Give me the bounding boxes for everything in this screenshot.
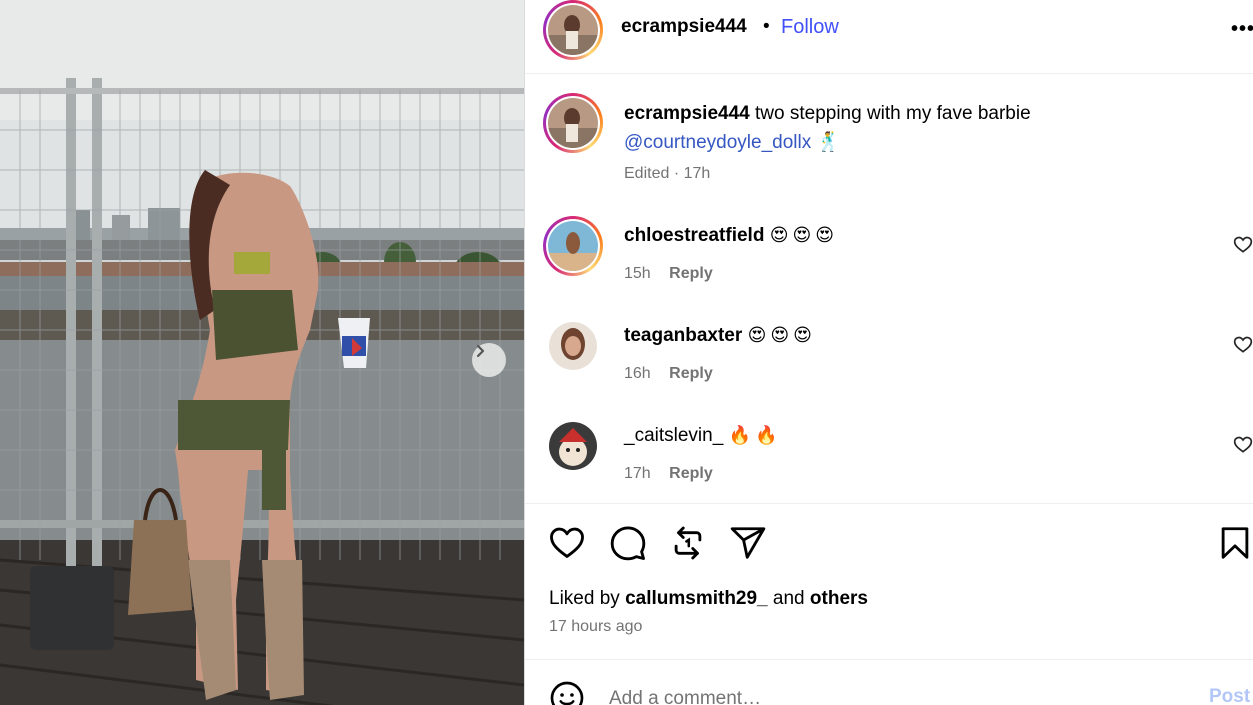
- comment-heart-icon[interactable]: [1233, 435, 1253, 455]
- post-header: ecrampsie444 • Follow •••: [525, 0, 1253, 74]
- likes-prefix: Liked by: [549, 588, 620, 609]
- comment-avatar[interactable]: [543, 216, 603, 276]
- send-icon[interactable]: [729, 524, 767, 562]
- author-avatar[interactable]: [543, 0, 603, 60]
- reply-button[interactable]: Reply: [669, 265, 713, 282]
- comment-time: 15h: [624, 265, 651, 282]
- caption-username[interactable]: ecrampsie444: [624, 103, 750, 124]
- follow-button[interactable]: Follow: [781, 16, 839, 39]
- liked-by-user[interactable]: callumsmith29_: [625, 588, 768, 609]
- caption-meta: Edited · 17h: [624, 165, 711, 182]
- likes-others-link[interactable]: others: [810, 588, 868, 609]
- bookmark-icon[interactable]: [1216, 524, 1253, 562]
- post-media[interactable]: [0, 0, 524, 705]
- repost-icon[interactable]: [669, 524, 707, 562]
- likes-summary: Liked by callumsmith29_ and others: [549, 588, 868, 610]
- caption-emoji: 🕺: [816, 132, 841, 153]
- post-details-panel: ecrampsie444 • Follow ••• ecrampsie444 t…: [525, 0, 1253, 705]
- comment-time: 16h: [624, 365, 651, 382]
- next-image-button[interactable]: [472, 343, 506, 377]
- comment-username[interactable]: teaganbaxter: [624, 325, 742, 346]
- comment-bubble-icon[interactable]: [609, 524, 647, 562]
- comment-body: chloestreatfield 😍😍😍: [624, 225, 838, 247]
- caption-mention[interactable]: @courtneydoyle_dollx: [624, 132, 811, 153]
- comment-meta: 15h Reply: [624, 265, 713, 283]
- caption-avatar[interactable]: [543, 93, 603, 153]
- post-comment-button[interactable]: Post: [1209, 686, 1250, 705]
- avatar-image: [548, 98, 598, 148]
- heart-icon[interactable]: [548, 524, 586, 562]
- comment-meta: 17h Reply: [624, 465, 713, 483]
- comment-body: _caitslevin_ 🔥🔥: [624, 425, 781, 447]
- author-username[interactable]: ecrampsie444: [621, 16, 747, 38]
- comment-heart-icon[interactable]: [1233, 335, 1253, 355]
- reply-button[interactable]: Reply: [669, 365, 713, 382]
- comment-username[interactable]: chloestreatfield: [624, 225, 764, 246]
- separator-dot: •: [763, 16, 770, 37]
- comment-meta: 16h Reply: [624, 365, 713, 383]
- avatar-image: [549, 322, 597, 370]
- more-options-button[interactable]: •••: [1231, 18, 1253, 41]
- post-caption: ecrampsie444 two stepping with my fave b…: [624, 99, 1214, 157]
- smiley-icon[interactable]: [549, 680, 585, 705]
- comment-input[interactable]: [609, 682, 1169, 705]
- comment-heart-icon[interactable]: [1233, 235, 1253, 255]
- post-photo: [0, 0, 524, 705]
- comment-avatar[interactable]: [549, 422, 597, 470]
- avatar-image: [549, 422, 597, 470]
- comment-time: 17h: [624, 465, 651, 482]
- comment-avatar[interactable]: [549, 322, 597, 370]
- avatar-image: [548, 221, 598, 271]
- comment-text: 😍😍😍: [747, 325, 816, 345]
- comment-text: 🔥🔥: [728, 425, 782, 445]
- comment-text: 😍😍😍: [769, 225, 839, 245]
- avatar-image: [548, 5, 598, 55]
- post-timestamp[interactable]: 17 hours ago: [549, 618, 642, 636]
- reply-button[interactable]: Reply: [669, 465, 713, 482]
- comment-body: teaganbaxter 😍😍😍: [624, 325, 816, 347]
- likes-conjunction: and: [772, 588, 805, 609]
- composer-divider: [525, 659, 1253, 660]
- chevron-right-icon: [476, 344, 485, 358]
- caption-text: two stepping with my fave barbie: [755, 103, 1031, 124]
- comment-username[interactable]: _caitslevin_: [624, 425, 723, 446]
- actions-divider: [525, 503, 1253, 504]
